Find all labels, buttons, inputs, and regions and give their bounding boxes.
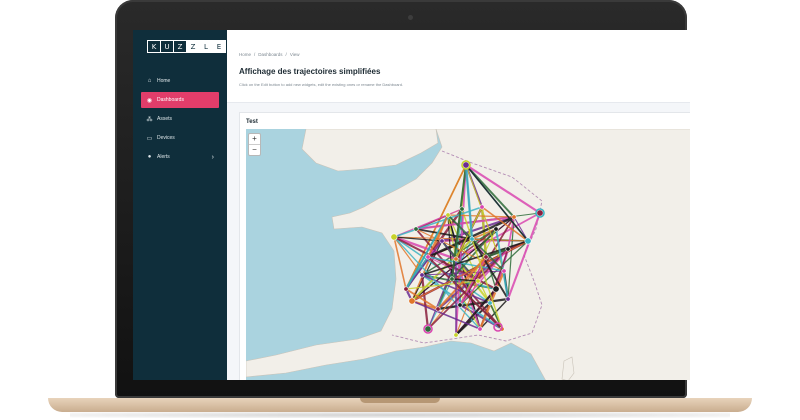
trajectory-point[interactable]	[439, 238, 445, 244]
trajectory-point[interactable]	[501, 268, 507, 274]
sidebar-item-alerts[interactable]: ● Alerts ›	[141, 149, 219, 165]
laptop-notch	[360, 398, 440, 403]
trajectory-point[interactable]	[445, 212, 451, 218]
logo-letter: K	[147, 40, 161, 53]
trajectory-point[interactable]	[435, 306, 441, 312]
sidebar-item-label: Alerts	[157, 154, 170, 160]
sidebar-item-assets[interactable]: ⁂ Assets	[141, 111, 219, 127]
trajectory-point[interactable]	[449, 276, 455, 282]
alerts-icon: ●	[147, 154, 152, 160]
trajectory-point[interactable]	[511, 214, 517, 220]
trajectory-point[interactable]	[524, 237, 532, 245]
trajectory-map[interactable]: + −	[246, 129, 690, 380]
sidebar-item-label: Dashboards	[157, 97, 184, 103]
breadcrumb-separator: /	[285, 52, 287, 57]
assets-icon: ⁂	[146, 116, 153, 123]
sidebar-item-dashboards[interactable]: ◉ Dashboards	[141, 92, 219, 108]
trajectory-point[interactable]	[459, 206, 465, 212]
zoom-in-button[interactable]: +	[249, 134, 260, 144]
sidebar: K U Z Z L E ⌂ Home ◉ Dashboards ⁂ Assets…	[133, 30, 227, 380]
sidebar-item-home[interactable]: ⌂ Home	[141, 73, 219, 89]
chevron-right-icon: ›	[211, 153, 214, 161]
devices-icon: ▭	[146, 135, 153, 142]
page-header: Home / Dashboards / View Affichage des t…	[227, 30, 690, 103]
dashboard-icon: ◉	[146, 97, 153, 104]
trajectory-point[interactable]	[408, 297, 416, 305]
page-title: Affichage des trajectoires simplifiées	[239, 67, 381, 76]
trajectory-point[interactable]	[469, 236, 475, 242]
sidebar-item-label: Assets	[157, 116, 173, 122]
page-subtitle: Click on the Edit button to add new widg…	[239, 82, 404, 87]
zoom-control: + −	[248, 133, 261, 156]
trajectory-point[interactable]	[536, 209, 544, 217]
trajectory-point[interactable]	[483, 254, 489, 260]
trajectory-point[interactable]	[462, 161, 470, 169]
trajectory-point[interactable]	[487, 300, 493, 306]
logo-letter: E	[212, 40, 226, 53]
trajectory-point[interactable]	[493, 226, 499, 232]
zoom-out-button[interactable]: −	[249, 144, 260, 155]
breadcrumb: Home / Dashboards / View	[239, 52, 300, 57]
logo-letter: L	[199, 40, 213, 53]
breadcrumb-separator: /	[254, 52, 256, 57]
trajectory-point[interactable]	[419, 272, 425, 278]
map-canvas	[246, 129, 690, 380]
kuzzle-logo[interactable]: K U Z Z L E	[147, 40, 226, 53]
trajectory-point[interactable]	[505, 246, 511, 252]
sidebar-item-label: Devices	[157, 135, 175, 141]
trajectory-point[interactable]	[477, 326, 483, 332]
sidebar-nav: ⌂ Home ◉ Dashboards ⁂ Assets ▭ Devices ●…	[133, 70, 227, 168]
trajectory-point[interactable]	[424, 325, 432, 333]
sidebar-item-label: Home	[157, 78, 171, 84]
laptop-shadow	[70, 412, 730, 418]
home-icon: ⌂	[147, 78, 152, 84]
trajectory-point[interactable]	[479, 204, 485, 210]
trajectory-point[interactable]	[425, 254, 431, 260]
trajectory-point[interactable]	[390, 233, 398, 241]
trajectory-point[interactable]	[403, 286, 409, 292]
trajectory-point[interactable]	[475, 278, 481, 284]
map-widget: Test + −	[239, 112, 690, 380]
breadcrumb-view: View	[289, 52, 300, 57]
trajectory-point[interactable]	[453, 256, 459, 262]
widget-title: Test	[246, 119, 258, 125]
sidebar-item-devices[interactable]: ▭ Devices	[141, 130, 219, 146]
breadcrumb-home[interactable]: Home	[239, 52, 251, 57]
camera-icon	[408, 15, 413, 20]
breadcrumb-dashboards[interactable]: Dashboards	[258, 52, 282, 57]
trajectory-point[interactable]	[505, 296, 511, 302]
trajectory-point[interactable]	[492, 285, 500, 293]
trajectory-point[interactable]	[453, 332, 459, 338]
app-screen: K U Z Z L E ⌂ Home ◉ Dashboards ⁂ Assets…	[133, 30, 690, 380]
logo-letter: U	[160, 40, 174, 53]
logo-letter: Z	[173, 40, 187, 53]
logo-letter: Z	[186, 40, 200, 53]
trajectory-point[interactable]	[457, 302, 463, 308]
trajectory-point[interactable]	[413, 226, 419, 232]
